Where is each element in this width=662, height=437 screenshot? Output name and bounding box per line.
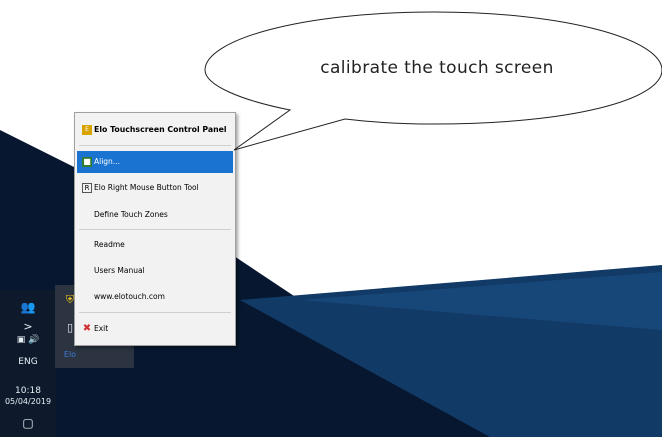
menu-title: E Elo Touchscreen Control Panel: [75, 119, 235, 141]
menu-divider: [79, 145, 231, 146]
language-indicator[interactable]: ENG: [0, 357, 56, 367]
align-icon: ■: [82, 157, 92, 167]
people-icon[interactable]: 👥: [0, 300, 56, 314]
menu-divider: [79, 229, 231, 230]
menu-item-define-touch-zones[interactable]: Define Touch Zones: [75, 204, 235, 226]
menu-item-label: Readme: [94, 240, 125, 249]
menu-item-users-manual[interactable]: Users Manual: [75, 260, 235, 282]
right-mouse-icon: R: [82, 183, 92, 193]
menu-item-website[interactable]: www.elotouch.com: [75, 286, 235, 308]
show-hidden-icons-button[interactable]: >: [0, 320, 56, 333]
elo-context-menu: E Elo Touchscreen Control Panel ■ Align.…: [74, 112, 236, 346]
callout-text: calibrate the touch screen: [320, 58, 554, 78]
close-icon: ✖: [82, 323, 92, 334]
menu-item-label: Align...: [94, 157, 120, 166]
action-center-icon[interactable]: ▢: [0, 416, 56, 430]
taskbar: 👥 > ▣ 🔊 ENG 10:18 05/04/2019 ▢: [0, 290, 56, 437]
elo-tray-icon[interactable]: Elo: [61, 346, 79, 364]
network-volume-icons[interactable]: ▣ 🔊: [0, 335, 56, 345]
menu-item-label: Exit: [94, 324, 109, 333]
clock-date[interactable]: 05/04/2019: [0, 397, 56, 406]
menu-divider: [79, 312, 231, 313]
menu-item-right-mouse-tool[interactable]: R Elo Right Mouse Button Tool: [75, 177, 235, 199]
clock-time[interactable]: 10:18: [0, 386, 56, 396]
menu-item-exit[interactable]: ✖ Exit: [75, 318, 235, 340]
menu-item-label: Elo Right Mouse Button Tool: [94, 183, 199, 192]
menu-item-readme[interactable]: Readme: [75, 234, 235, 256]
elo-app-icon: E: [82, 125, 92, 135]
menu-item-align[interactable]: ■ Align...: [77, 151, 233, 173]
menu-item-label: Define Touch Zones: [94, 210, 168, 219]
menu-item-label: Users Manual: [94, 266, 145, 275]
menu-title-label: Elo Touchscreen Control Panel: [94, 125, 227, 134]
menu-item-label: www.elotouch.com: [94, 292, 165, 301]
